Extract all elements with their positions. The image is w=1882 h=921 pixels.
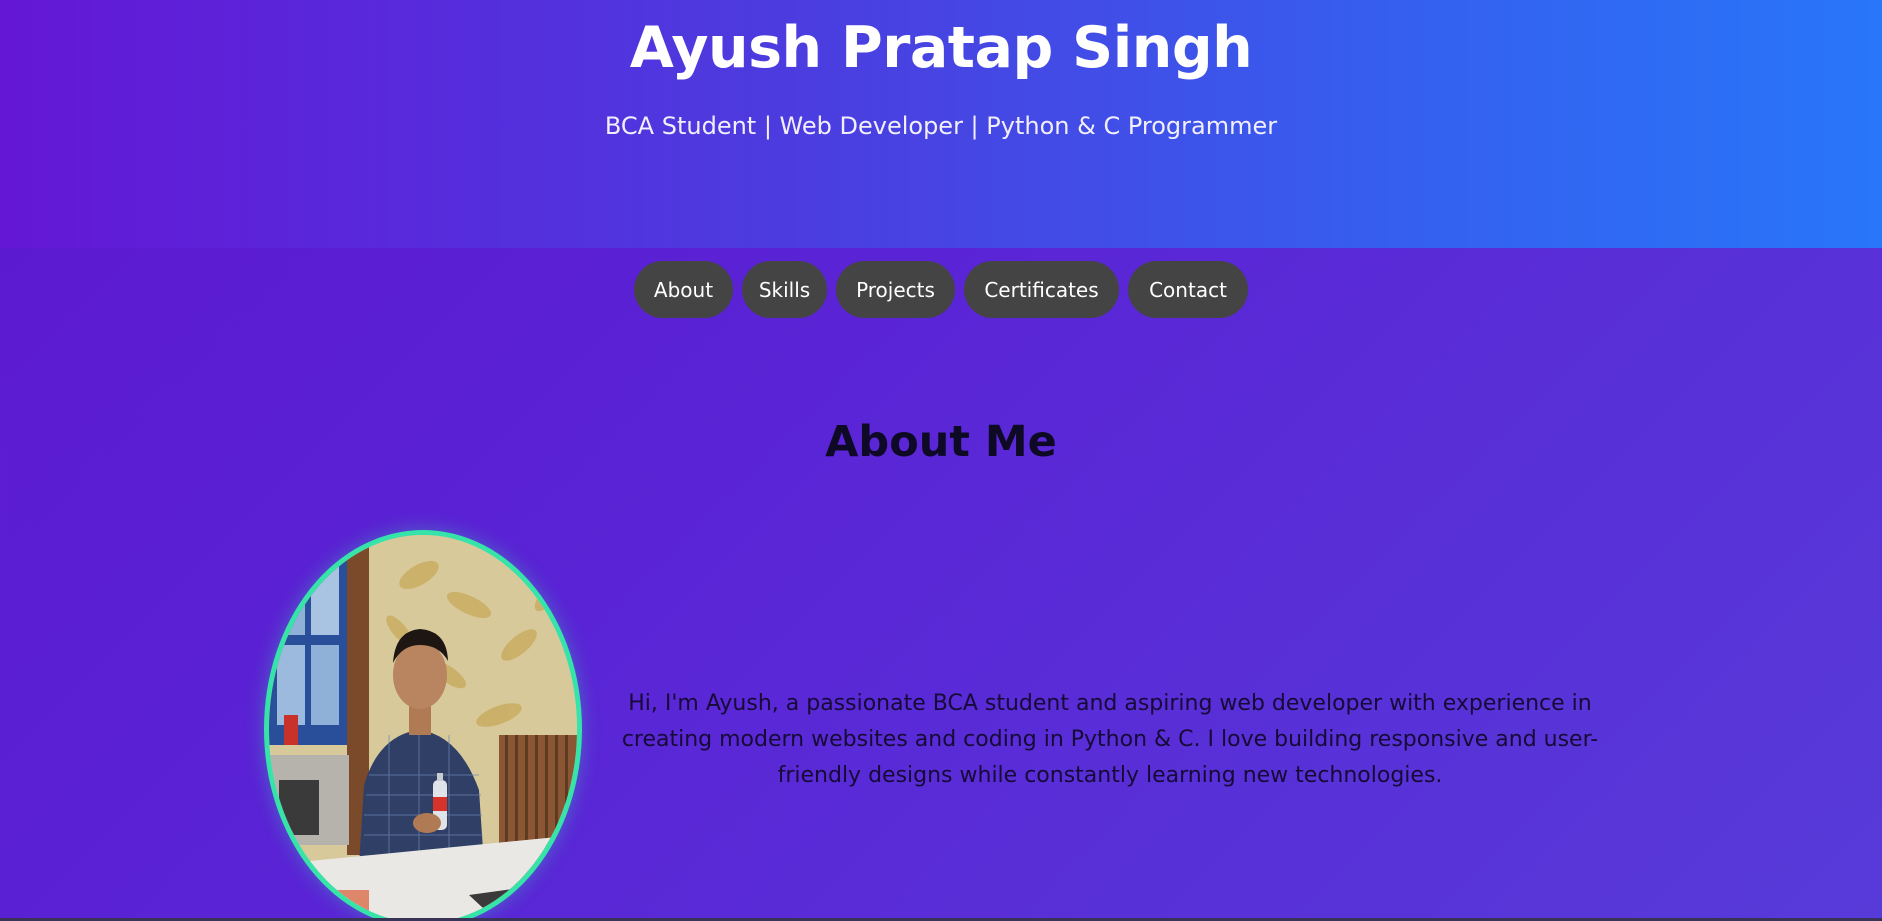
hero-header: Ayush Pratap Singh BCA Student | Web Dev… <box>0 0 1882 248</box>
nav-certificates[interactable]: Certificates <box>964 261 1119 318</box>
nav-projects[interactable]: Projects <box>836 261 955 318</box>
tagline: BCA Student | Web Developer | Python & C… <box>604 112 1278 140</box>
about-section-title: About Me <box>825 417 1057 467</box>
site-owner-name: Ayush Pratap Singh <box>629 15 1253 81</box>
main-nav: About Skills Projects Certificates Conta… <box>0 261 1882 318</box>
nav-skills[interactable]: Skills <box>742 261 827 318</box>
profile-photo-illustration <box>269 535 577 921</box>
profile-photo <box>264 530 582 921</box>
nav-about[interactable]: About <box>634 261 733 318</box>
about-description: Hi, I'm Ayush, a passionate BCA student … <box>621 691 1599 788</box>
nav-contact[interactable]: Contact <box>1128 261 1248 318</box>
